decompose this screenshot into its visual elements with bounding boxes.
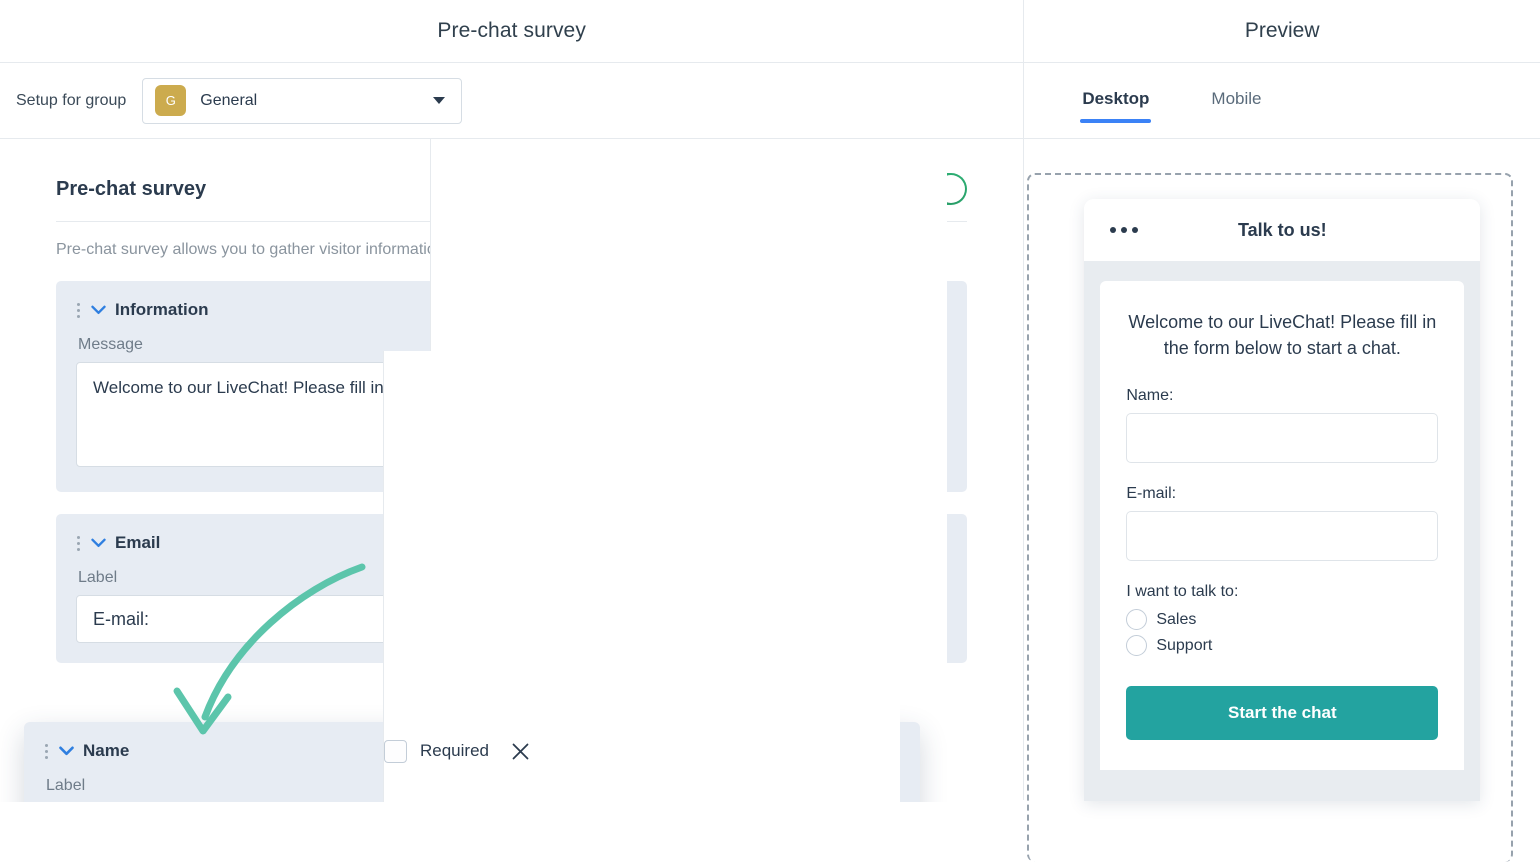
preview-panel: Preview Desktop Mobile Talk to us! Welco… [1023, 0, 1540, 862]
widget-name-label: Name: [1126, 387, 1174, 405]
drag-handle-icon[interactable] [76, 302, 80, 318]
drag-handle-icon[interactable] [44, 743, 48, 759]
tab-mobile[interactable]: Mobile [1211, 63, 1261, 109]
required-label: Required [420, 741, 489, 760]
card-header-actions: Required [383, 351, 900, 802]
card-title: Name [83, 741, 130, 760]
start-chat-button[interactable]: Start the chat [1126, 686, 1439, 741]
card-header: Name Required [44, 351, 900, 802]
widget-title: Talk to us! [1237, 219, 1327, 240]
chat-widget-preview: Talk to us! Welcome to our LiveChat! Ple… [1084, 199, 1481, 801]
chevron-down-icon[interactable] [91, 538, 106, 548]
widget-body: Welcome to our LiveChat! Please fill in … [1084, 261, 1481, 801]
group-avatar: G [155, 85, 187, 116]
tab-desktop[interactable]: Desktop [1080, 63, 1152, 123]
section-title: Pre-chat survey [56, 177, 207, 200]
radio-icon[interactable] [1126, 609, 1148, 631]
widget-name-input[interactable] [1126, 413, 1439, 464]
preview-area: Talk to us! Welcome to our LiveChat! Ple… [1024, 139, 1540, 862]
chevron-down-icon[interactable] [91, 305, 106, 315]
widget-form: Welcome to our LiveChat! Please fill in … [1100, 281, 1465, 771]
page-title: Pre-chat survey [437, 19, 586, 42]
dragged-survey-field-card-name[interactable]: Name Required Label [24, 351, 920, 802]
widget-welcome-message: Welcome to our LiveChat! Please fill in … [1128, 312, 1437, 359]
settings-header: Pre-chat survey [0, 0, 1024, 63]
widget-radio-support[interactable]: Support [1126, 635, 1438, 657]
group-selector-bar: Setup for group G General [0, 63, 1024, 139]
group-select-value: General [200, 91, 258, 109]
drag-handle-icon[interactable] [76, 535, 80, 551]
radio-icon[interactable] [1126, 635, 1148, 657]
widget-menu-icon[interactable] [1110, 227, 1139, 233]
required-checkbox-group[interactable]: Required [384, 739, 489, 763]
widget-email-input[interactable] [1126, 511, 1439, 562]
widget-choice-label: I want to talk to: [1126, 583, 1239, 601]
card-title: Email [115, 533, 161, 552]
close-icon[interactable] [509, 740, 531, 762]
chevron-down-icon[interactable] [59, 746, 74, 756]
app-root: Pre-chat survey Setup for group G Genera… [0, 0, 1540, 862]
chevron-down-icon [433, 97, 446, 104]
setup-for-group-label: Setup for group [16, 91, 127, 109]
preview-tabs: Desktop Mobile [1024, 63, 1540, 139]
group-select[interactable]: G General [142, 77, 463, 124]
widget-header: Talk to us! [1084, 199, 1481, 261]
preview-header: Preview [1024, 0, 1540, 63]
card-title: Information [115, 300, 209, 319]
settings-body: Pre-chat survey Pre-chat survey allows y… [0, 139, 1023, 802]
widget-radio-support-label: Support [1156, 636, 1213, 654]
required-checkbox[interactable] [384, 739, 407, 763]
widget-radio-sales[interactable]: Sales [1126, 609, 1438, 631]
settings-panel: Pre-chat survey Setup for group G Genera… [0, 0, 1024, 802]
widget-email-label: E-mail: [1126, 485, 1177, 503]
widget-radio-sales-label: Sales [1156, 610, 1197, 628]
preview-title: Preview [1244, 19, 1320, 42]
